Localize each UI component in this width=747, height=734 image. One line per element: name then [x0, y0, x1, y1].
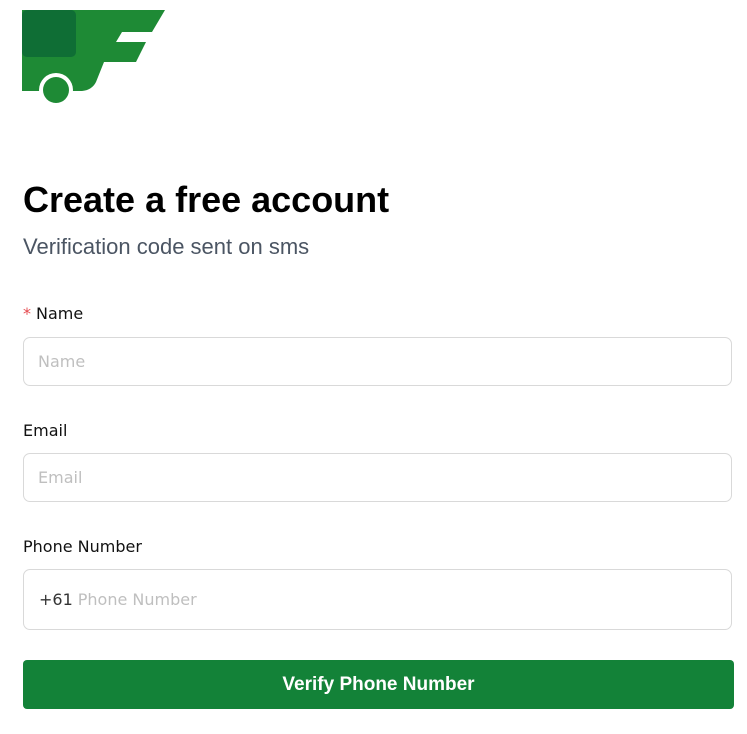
phone-country-code: +61 [39, 590, 73, 609]
page-subtitle: Verification code sent on sms [23, 234, 310, 259]
logo-wheel [43, 77, 69, 103]
email-label: Email [23, 421, 68, 440]
email-input[interactable] [24, 454, 731, 501]
name-input[interactable] [24, 338, 731, 385]
name-label: * Name [23, 303, 83, 325]
page-title: Create a free account [23, 179, 390, 220]
name-field-wrapper [23, 337, 732, 386]
required-asterisk: * [23, 304, 31, 323]
phone-label: Phone Number [23, 537, 142, 556]
truck-logo-icon [22, 10, 165, 106]
phone-input[interactable] [77, 570, 731, 629]
logo-cab-window [22, 10, 76, 57]
phone-field-wrapper: +61 [23, 569, 732, 630]
email-field-wrapper [23, 453, 732, 502]
verify-phone-button[interactable]: Verify Phone Number [23, 660, 734, 709]
name-label-text: Name [36, 304, 84, 323]
